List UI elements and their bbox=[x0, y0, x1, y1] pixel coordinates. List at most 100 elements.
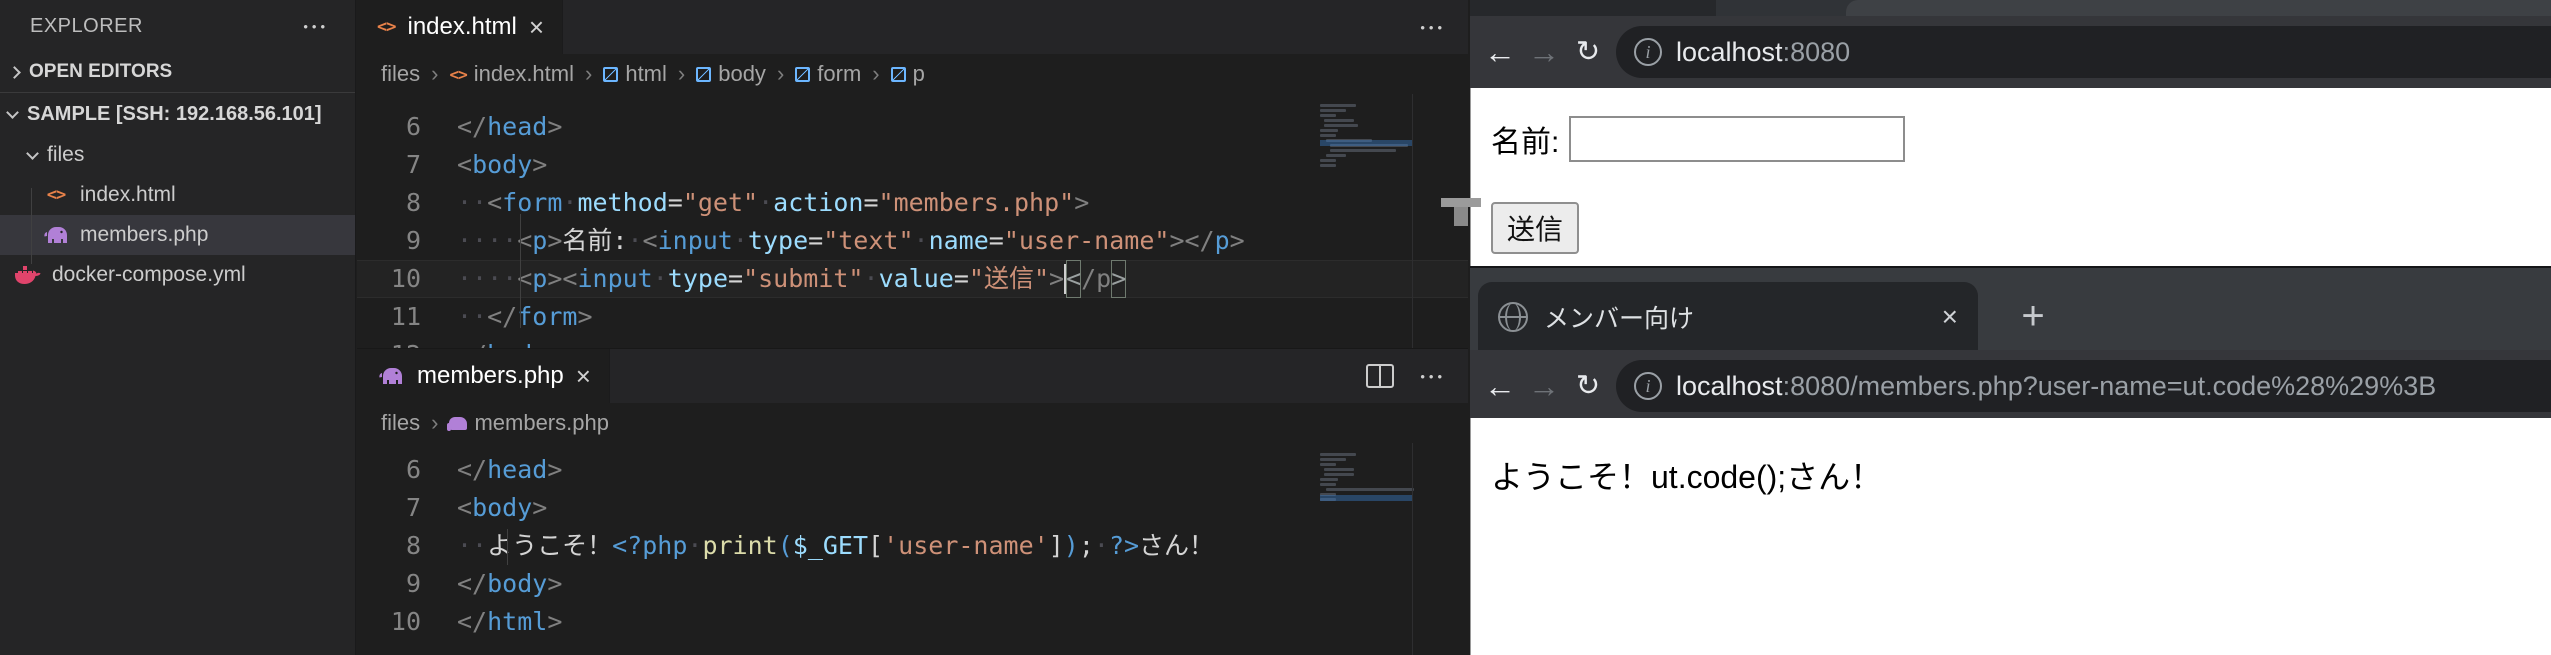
name-label: 名前: bbox=[1491, 117, 1559, 161]
breadcrumb-item[interactable]: files bbox=[381, 61, 420, 87]
indent-guide bbox=[520, 214, 521, 328]
breadcrumb-item[interactable]: members.php bbox=[449, 410, 609, 436]
code-line[interactable]: 11··</form> bbox=[357, 298, 1468, 336]
code-line[interactable]: 9</body> bbox=[357, 565, 1468, 603]
browser2-page: ようこそ！ut.code();さん！ bbox=[1470, 418, 2551, 655]
editor-more-actions-icon[interactable]: ••• bbox=[1420, 369, 1446, 384]
breadcrumb-item[interactable]: p bbox=[891, 61, 925, 87]
name-input[interactable] bbox=[1569, 116, 1905, 162]
line-number: 7 bbox=[357, 146, 421, 184]
code-editor-members-php[interactable]: 5··<title>メンバー向け</title>6</head>7<body>8… bbox=[357, 443, 1468, 626]
reload-icon[interactable]: ↻ bbox=[1570, 38, 1606, 67]
browser1-active-tab-bottom[interactable] bbox=[1470, 0, 1716, 16]
chevron-right-icon bbox=[8, 66, 21, 79]
tab-index-html[interactable]: <> index.html × bbox=[357, 0, 563, 54]
code-line[interactable]: 6</head> bbox=[357, 108, 1468, 146]
browser1-tabstrip-right bbox=[1846, 0, 2551, 16]
editor-more-actions-icon[interactable]: ••• bbox=[1420, 20, 1446, 35]
url-rest: :8080 bbox=[1783, 37, 1851, 67]
line-number: 9 bbox=[357, 565, 421, 603]
code-line[interactable]: 8··ようこそ！<?php·print($_GET['user-name']);… bbox=[357, 527, 1468, 565]
code-line[interactable]: 8··<form·method="get"·action="members.ph… bbox=[357, 184, 1468, 222]
tab-bar: members.php × ••• bbox=[357, 349, 1468, 403]
forward-icon[interactable]: → bbox=[1526, 36, 1562, 68]
breadcrumb-separator-icon: › bbox=[872, 61, 879, 87]
explorer-more-actions-icon[interactable]: ••• bbox=[303, 19, 329, 34]
address-bar[interactable]: i localhost:8080/members.php?user-name=u… bbox=[1616, 360, 2551, 412]
code-line[interactable]: 7<body> bbox=[357, 146, 1468, 184]
php-elephant-icon bbox=[377, 365, 405, 387]
browser1-tabstrip bbox=[1470, 0, 2551, 16]
editor-area: <> index.html × ••• files›<>index.html›h… bbox=[357, 0, 1468, 655]
tree-item-files-folder[interactable]: files bbox=[0, 135, 355, 175]
tab-label: index.html bbox=[407, 13, 516, 41]
open-editors-section[interactable]: OPEN EDITORS bbox=[0, 52, 355, 92]
address-bar[interactable]: i localhost:8080 bbox=[1616, 26, 2551, 78]
workspace-root-section[interactable]: SAMPLE [SSH: 192.168.56.101] bbox=[0, 93, 355, 135]
scrollbar[interactable] bbox=[1412, 443, 1468, 655]
browser2-active-tab[interactable]: メンバー向け × bbox=[1478, 282, 1978, 352]
breadcrumb-separator-icon: › bbox=[678, 61, 685, 87]
tree-item-docker-compose[interactable]: docker-compose.yml bbox=[0, 255, 355, 295]
site-info-icon[interactable]: i bbox=[1634, 38, 1662, 66]
back-icon[interactable]: ← bbox=[1482, 370, 1518, 402]
line-number: 6 bbox=[357, 451, 421, 489]
sym-icon bbox=[891, 67, 906, 82]
forward-icon[interactable]: → bbox=[1526, 370, 1562, 402]
code-line[interactable]: 10····<p><input·type="submit"·value="送信"… bbox=[357, 260, 1468, 298]
php-icon bbox=[449, 417, 467, 430]
tree-item-index-html[interactable]: <> index.html bbox=[0, 175, 355, 215]
welcome-text: ようこそ！ut.code();さん！ bbox=[1491, 452, 1882, 498]
breadcrumb-item[interactable]: html bbox=[603, 61, 667, 87]
minimap[interactable] bbox=[1320, 94, 1412, 348]
breadcrumb-separator-icon: › bbox=[431, 61, 438, 87]
breadcrumb-separator-icon: › bbox=[777, 61, 784, 87]
sym-icon bbox=[795, 67, 810, 82]
back-icon[interactable]: ← bbox=[1482, 36, 1518, 68]
reload-icon[interactable]: ↻ bbox=[1570, 372, 1606, 401]
workspace-root-label: SAMPLE [SSH: 192.168.56.101] bbox=[27, 103, 322, 126]
line-number: 10 bbox=[357, 260, 421, 298]
open-editors-label: OPEN EDITORS bbox=[29, 61, 172, 83]
split-editor-icon[interactable] bbox=[1366, 364, 1394, 388]
code-line[interactable]: 9····<p>名前:·<input·type="text"·name="use… bbox=[357, 222, 1468, 260]
tab-title: メンバー向け bbox=[1544, 299, 1694, 335]
close-icon[interactable]: × bbox=[529, 12, 544, 43]
code-line[interactable]: 10</html> bbox=[357, 603, 1468, 641]
browser1-page: 名前: 送信 bbox=[1470, 88, 2551, 266]
breadcrumb-item[interactable]: form bbox=[795, 61, 861, 87]
breadcrumb-item[interactable]: files bbox=[381, 410, 420, 436]
breadcrumb-item[interactable]: body bbox=[696, 61, 766, 87]
breadcrumb-separator-icon: › bbox=[431, 410, 438, 436]
minimap[interactable] bbox=[1320, 443, 1412, 655]
line-number: 8 bbox=[357, 184, 421, 222]
tab-members-php[interactable]: members.php × bbox=[357, 349, 610, 403]
tree-item-members-php[interactable]: members.php bbox=[0, 215, 355, 255]
browser2-toolbar: ← → ↻ i localhost:8080/members.php?user-… bbox=[1470, 350, 2551, 422]
explorer-sidebar: EXPLORER ••• OPEN EDITORS SAMPLE [SSH: 1… bbox=[0, 0, 356, 655]
breadcrumb: files › <>index.html › html › body › form › p bbox=[357, 54, 1468, 94]
chevron-down-icon bbox=[26, 147, 39, 160]
html-icon: <> bbox=[449, 65, 466, 84]
line-number: 8 bbox=[357, 527, 421, 565]
code-line[interactable]: 7<body> bbox=[357, 489, 1468, 527]
tab-label: members.php bbox=[417, 362, 564, 390]
code-editor-index-html[interactable]: 6</head>7<body>8··<form·method="get"·act… bbox=[357, 94, 1468, 348]
close-icon[interactable]: × bbox=[576, 361, 591, 392]
browser1-toolbar: ← → ↻ i localhost:8080 bbox=[1470, 16, 2551, 88]
site-info-icon[interactable]: i bbox=[1634, 372, 1662, 400]
explorer-title: EXPLORER bbox=[30, 15, 143, 38]
editor-group-index-html: <> index.html × ••• files›<>index.html›h… bbox=[357, 0, 1468, 348]
line-number: 11 bbox=[357, 298, 421, 336]
submit-button[interactable]: 送信 bbox=[1491, 202, 1579, 254]
code-line[interactable]: 12</body> bbox=[357, 336, 1468, 348]
breadcrumb-item[interactable]: <>index.html bbox=[449, 61, 574, 87]
breadcrumb-separator-icon: › bbox=[585, 61, 592, 87]
new-tab-icon[interactable]: + bbox=[2010, 294, 2056, 340]
url-rest: :8080/members.php?user-name=ut.code%28%2… bbox=[1783, 371, 2437, 401]
file-label: docker-compose.yml bbox=[52, 263, 246, 287]
code-line[interactable]: 6</head> bbox=[357, 451, 1468, 489]
code-line[interactable]: 5··<title>メンバー向け</title> bbox=[357, 443, 1468, 451]
file-label: members.php bbox=[80, 223, 208, 247]
close-icon[interactable]: × bbox=[1942, 301, 1958, 333]
